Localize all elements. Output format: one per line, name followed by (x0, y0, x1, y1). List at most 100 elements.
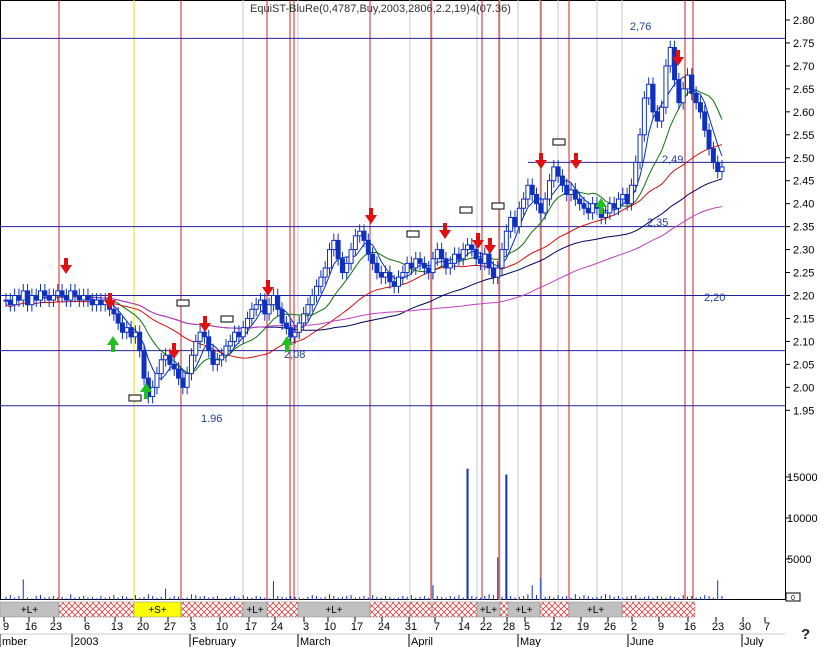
candle-body (20, 290, 26, 301)
candle-body (3, 299, 9, 302)
price-chart: 2,762,492,352,202,081.962.802.752.702.65… (0, 0, 818, 647)
sell-arrow-icon (484, 238, 496, 254)
y-tick-label: 2.40 (793, 199, 814, 211)
candle-body (633, 161, 639, 186)
y-tick-label: 2.45 (793, 176, 814, 188)
sell-arrow-icon (365, 208, 377, 224)
candle-body (361, 230, 367, 241)
month-label: May (520, 636, 541, 647)
signal-band (58, 601, 135, 618)
candle-body (680, 88, 686, 104)
candle-body (581, 203, 587, 209)
date-tick-label: 24 (378, 621, 390, 633)
candle-body (236, 331, 242, 338)
candle-body (292, 331, 298, 338)
candle-body (85, 295, 91, 301)
candle-body (59, 290, 65, 297)
candle-body (171, 363, 177, 370)
y-tick-label: 2.20 (793, 291, 814, 303)
date-tick-label: 17 (351, 621, 363, 633)
candle-body (516, 207, 522, 228)
candle-body (391, 281, 397, 287)
candle-body (206, 336, 212, 352)
date-tick-label: 6 (84, 621, 90, 633)
candle-body (637, 134, 643, 163)
signal-band-label: +L+ (515, 605, 532, 616)
candle-body (158, 359, 164, 375)
month-label: April (411, 636, 433, 647)
candle-body (331, 239, 337, 251)
candle-body (697, 102, 703, 113)
candle-body (137, 331, 143, 352)
date-tick-label: 16 (684, 621, 696, 633)
candle-body (624, 193, 630, 205)
candle-body (564, 184, 570, 195)
candle-body (55, 290, 61, 297)
candle-body (396, 276, 402, 287)
month-label: mber (2, 636, 27, 647)
candle-body (188, 354, 194, 375)
date-tick-label: 23 (50, 621, 62, 633)
y-tick-label: 2.30 (793, 245, 814, 257)
signal-marker (552, 138, 566, 146)
candle-body (344, 262, 350, 274)
candle-body (443, 258, 449, 269)
candle-body (534, 193, 540, 205)
candle-body (81, 295, 87, 301)
chart-title: EquiST-BluRe(0,4787,Buy,2003,2806,2.2,19… (250, 3, 511, 15)
candle-body (42, 290, 48, 297)
candle-body (715, 161, 721, 173)
candle-body (89, 299, 95, 306)
signal-marker (459, 206, 473, 214)
candle-body (50, 295, 56, 301)
candle-body (296, 322, 302, 333)
signal-marker (406, 230, 420, 238)
date-tick-label: 9 (658, 621, 664, 633)
candle-body (452, 253, 458, 264)
signal-band-label: +L+ (325, 605, 342, 616)
candle-body (214, 359, 220, 365)
candle-body (68, 290, 74, 301)
date-tick-label: 20 (137, 621, 149, 633)
candle-body (314, 285, 320, 297)
candle-body (460, 249, 466, 260)
candle-body (249, 308, 255, 319)
signal-band (431, 601, 478, 618)
y-tick-label: 2.35 (793, 222, 814, 234)
candle-body (12, 295, 18, 306)
candle-body (559, 175, 565, 186)
candle-body (387, 272, 393, 283)
signal-band (266, 601, 299, 618)
candle-body (585, 207, 591, 214)
date-tick-label: 10 (324, 621, 336, 633)
candle-body (115, 313, 121, 324)
signal-band-label: +L+ (246, 605, 263, 616)
month-label: March (300, 636, 331, 647)
candle-body (257, 299, 263, 306)
candle-body (615, 198, 621, 209)
candle-body (63, 295, 69, 301)
candle-body (197, 331, 203, 342)
candle-body (335, 239, 341, 260)
candle-body (477, 258, 483, 264)
candle-body (201, 331, 207, 338)
candle-body (29, 295, 35, 306)
candle-body (672, 47, 678, 81)
candle-body (525, 184, 531, 200)
signal-band (409, 601, 433, 618)
sell-arrow-icon (570, 153, 582, 169)
candle-body (719, 166, 725, 173)
candle-body (184, 373, 190, 388)
candle-body (503, 230, 509, 251)
candle-body (702, 111, 708, 131)
volume-tick-label: 5000 (787, 554, 811, 566)
sell-arrow-icon (262, 280, 274, 296)
sell-arrow-icon (60, 258, 72, 274)
candle-body (245, 317, 251, 329)
help-icon[interactable]: ? (801, 626, 810, 643)
signal-band (621, 601, 696, 618)
candle-body (508, 216, 514, 232)
candle-body (572, 189, 578, 200)
candle-body (710, 148, 716, 163)
candle-body (426, 267, 432, 274)
